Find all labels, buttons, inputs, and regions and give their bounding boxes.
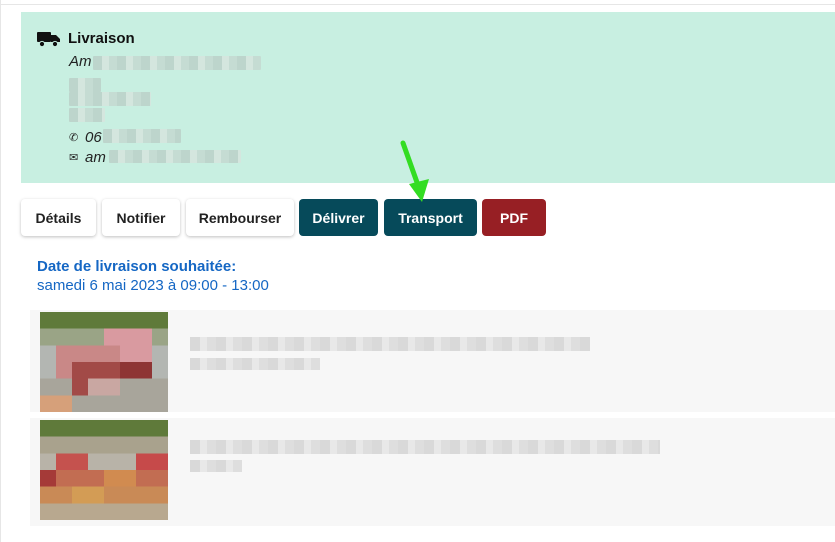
recipient-email: am	[85, 149, 106, 166]
transport-button[interactable]: Transport	[384, 199, 477, 236]
recipient-name: Am	[69, 53, 92, 70]
product-thumbnail[interactable]	[40, 312, 168, 412]
product-thumbnail[interactable]	[40, 420, 168, 520]
phone-icon: ✆	[69, 132, 79, 144]
truck-icon	[37, 32, 60, 47]
deliver-button[interactable]: Délivrer	[299, 199, 378, 236]
redacted-phone	[103, 129, 181, 143]
refund-button[interactable]: Rembourser	[186, 199, 294, 236]
mail-icon: ✉	[69, 152, 79, 164]
delivery-date-label: Date de livraison souhaitée:	[37, 258, 237, 275]
green-arrow-icon	[400, 140, 429, 202]
delivery-date-value: samedi 6 mai 2023 à 09:00 - 13:00	[37, 277, 269, 294]
redacted-address-line-2	[69, 92, 151, 106]
details-button[interactable]: Détails	[21, 199, 96, 236]
redacted-product-title	[190, 440, 660, 454]
redacted-name	[93, 56, 261, 70]
notify-button[interactable]: Notifier	[102, 199, 180, 236]
redacted-product-detail	[190, 460, 242, 472]
redacted-email	[109, 150, 241, 163]
redacted-address-line-1	[69, 78, 101, 92]
redacted-product-detail	[190, 358, 320, 370]
product-row[interactable]	[30, 418, 835, 526]
page-left-border	[0, 0, 1, 542]
redacted-product-title	[190, 337, 590, 351]
page-top-divider	[0, 4, 835, 5]
recipient-phone: 06	[85, 129, 102, 146]
redacted-address-line-3	[69, 108, 105, 122]
pdf-button[interactable]: PDF	[482, 199, 546, 236]
product-row[interactable]	[30, 310, 835, 412]
delivery-title: Livraison	[68, 30, 135, 47]
